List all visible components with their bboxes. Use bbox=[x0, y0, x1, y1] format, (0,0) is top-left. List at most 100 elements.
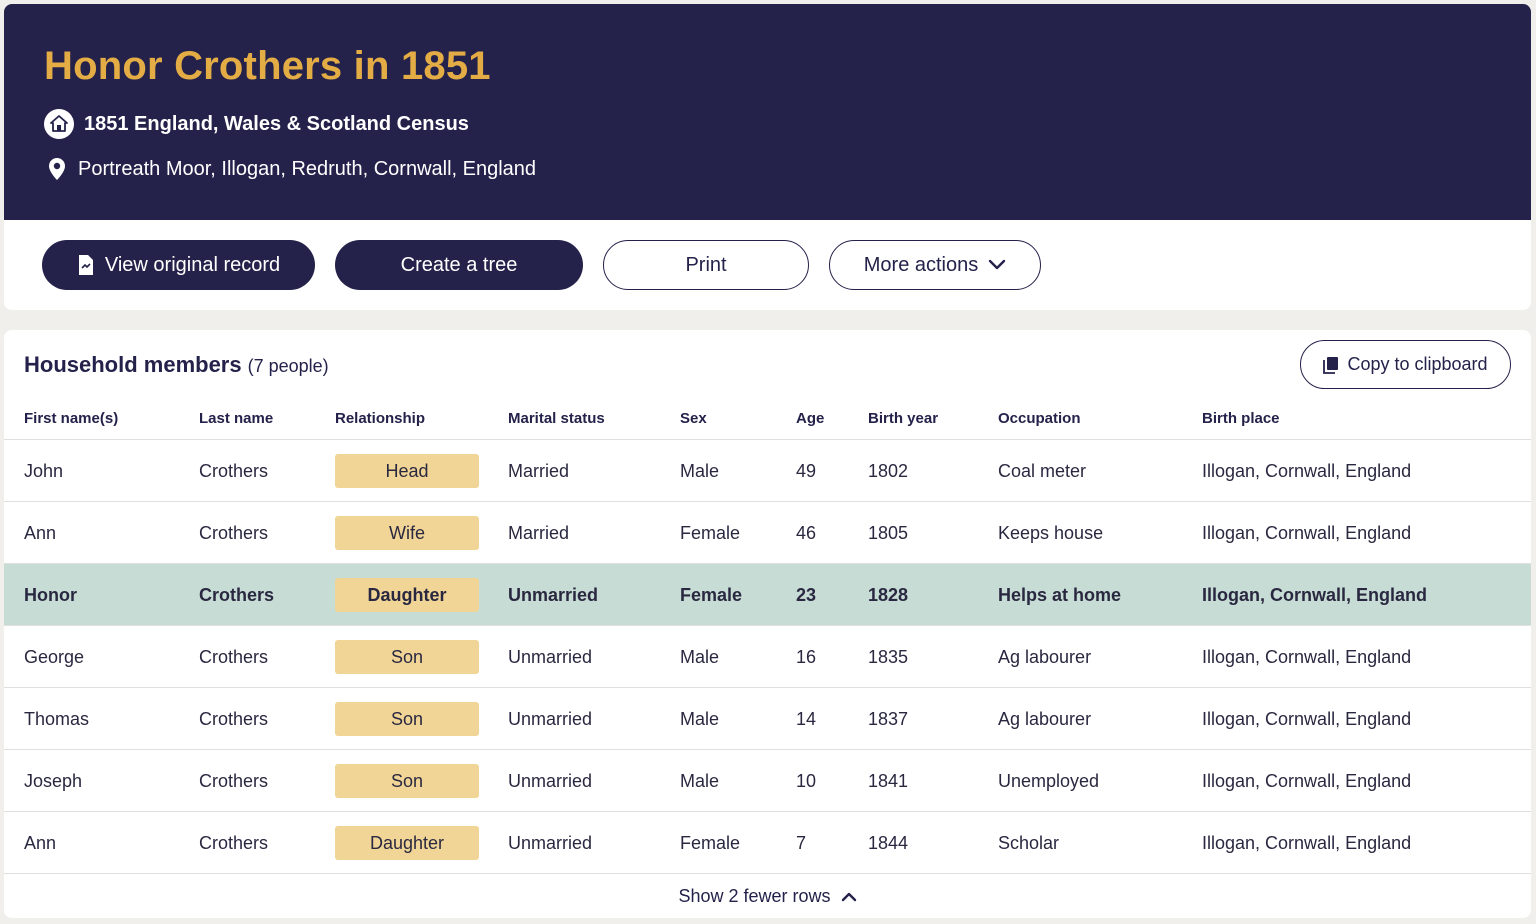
column-header-sex: Sex bbox=[680, 410, 707, 427]
occupation-cell: Unemployed bbox=[998, 770, 1100, 791]
column-header-birth-place: Birth place bbox=[1202, 410, 1280, 427]
view-original-record-button[interactable]: View original record bbox=[42, 240, 315, 290]
table-row: Thomas Crothers Son Unmarried Male 14 1837 Ag l… bbox=[4, 688, 1531, 750]
occupation-cell: Scholar bbox=[998, 832, 1060, 853]
birth-year-cell: 1841 bbox=[868, 770, 909, 791]
relationship-badge: Son bbox=[335, 702, 479, 736]
page-title: Honor Crothers in 1851 bbox=[44, 44, 491, 88]
column-header-relationship: Relationship bbox=[335, 410, 426, 427]
last-name-cell: Crothers bbox=[199, 770, 269, 791]
relationship-badge: Daughter bbox=[335, 578, 479, 612]
last-name-cell: Crothers bbox=[199, 460, 269, 481]
birth-year-cell: 1802 bbox=[868, 460, 909, 481]
sex-cell: Female bbox=[680, 832, 741, 853]
occupation-cell: Coal meter bbox=[998, 460, 1087, 481]
chevron-down-icon bbox=[989, 259, 1006, 270]
table-header: First name(s) Last name Relationship Marita… bbox=[4, 400, 1531, 440]
table-row: Ann Crothers Daughter Unmarried Female 7 1844 S… bbox=[4, 812, 1531, 874]
marital-status-cell: Unmarried bbox=[508, 832, 593, 853]
sex-cell: Female bbox=[680, 522, 741, 543]
marital-status-cell: Married bbox=[508, 460, 570, 481]
birth-year-cell: 1837 bbox=[868, 708, 909, 729]
more-actions-label: More actions bbox=[863, 253, 979, 276]
record-header: Honor Crothers in 1851 1851 England, Wal… bbox=[4, 4, 1531, 220]
column-header-occupation: Occupation bbox=[998, 410, 1081, 427]
sex-cell: Female bbox=[680, 584, 743, 605]
more-actions-button[interactable]: More actions bbox=[829, 240, 1041, 290]
sex-cell: Male bbox=[680, 646, 720, 667]
census-row: 1851 England, Wales & Scotland Census bbox=[44, 109, 469, 139]
location-row: Portreath Moor, Illogan, Redruth, Cornwa… bbox=[48, 157, 536, 181]
age-cell: 46 bbox=[796, 522, 817, 543]
show-fewer-rows-label: Show 2 fewer rows bbox=[678, 886, 831, 906]
column-header-birth-year: Birth year bbox=[868, 410, 939, 427]
birth-year-cell: 1828 bbox=[868, 584, 909, 605]
relationship-badge: Head bbox=[335, 454, 479, 488]
age-cell: 23 bbox=[796, 584, 817, 605]
relationship-badge: Son bbox=[335, 640, 479, 674]
age-cell: 7 bbox=[796, 832, 807, 853]
age-cell: 10 bbox=[796, 770, 817, 791]
age-cell: 14 bbox=[796, 708, 817, 729]
relationship-badge: Wife bbox=[335, 516, 479, 550]
occupation-cell: Ag labourer bbox=[998, 646, 1092, 667]
copy-to-clipboard-button[interactable]: Copy to clipboard bbox=[1300, 340, 1511, 389]
birth-place-cell: Illogan, Cornwall, England bbox=[1202, 584, 1428, 605]
column-header-first-name: First name(s) bbox=[24, 410, 119, 427]
view-original-record-label: View original record bbox=[104, 253, 281, 276]
marital-status-cell: Unmarried bbox=[508, 770, 593, 791]
birth-place-cell: Illogan, Cornwall, England bbox=[1202, 832, 1412, 853]
household-count: (7 people) bbox=[247, 356, 329, 376]
relationship-badge: Daughter bbox=[335, 826, 479, 860]
map-pin-icon bbox=[48, 157, 66, 181]
relationship-badge: Son bbox=[335, 764, 479, 798]
age-cell: 49 bbox=[796, 460, 817, 481]
birth-place-cell: Illogan, Cornwall, England bbox=[1202, 522, 1412, 543]
marital-status-cell: Married bbox=[508, 522, 570, 543]
table-row: George Crothers Son Unmarried Male 16 1835 Ag l… bbox=[4, 626, 1531, 688]
last-name-cell: Crothers bbox=[199, 708, 269, 729]
birth-place-cell: Illogan, Cornwall, England bbox=[1202, 460, 1412, 481]
table-row: Ann Crothers Wife Married Female 46 1805 Keeps … bbox=[4, 502, 1531, 564]
last-name-cell: Crothers bbox=[199, 584, 275, 605]
first-name-cell: George bbox=[24, 646, 85, 667]
occupation-cell: Keeps house bbox=[998, 522, 1104, 543]
marital-status-cell: Unmarried bbox=[508, 646, 593, 667]
birth-year-cell: 1805 bbox=[868, 522, 909, 543]
first-name-cell: Joseph bbox=[24, 770, 83, 791]
table-row: Joseph Crothers Son Unmarried Male 10 1841 Unem… bbox=[4, 750, 1531, 812]
occupation-cell: Ag labourer bbox=[998, 708, 1092, 729]
last-name-cell: Crothers bbox=[199, 522, 269, 543]
chevron-up-icon bbox=[841, 892, 856, 901]
create-tree-button[interactable]: Create a tree bbox=[335, 240, 583, 290]
sex-cell: Male bbox=[680, 460, 720, 481]
house-icon bbox=[44, 109, 74, 139]
household-title: Household members bbox=[24, 352, 242, 377]
document-icon bbox=[78, 255, 93, 275]
create-tree-label: Create a tree bbox=[400, 253, 518, 276]
print-button[interactable]: Print bbox=[603, 240, 809, 290]
table-row: John Crothers Head Married Male 49 1802 Coal me… bbox=[4, 440, 1531, 502]
birth-place-cell: Illogan, Cornwall, England bbox=[1202, 708, 1412, 729]
column-header-last-name: Last name bbox=[199, 410, 274, 427]
occupation-cell: Helps at home bbox=[998, 584, 1122, 605]
clipboard-icon bbox=[1323, 356, 1339, 374]
location-text: Portreath Moor, Illogan, Redruth, Cornwa… bbox=[78, 157, 537, 180]
household-panel: Household members (7 people) Copy to cli… bbox=[4, 330, 1531, 918]
last-name-cell: Crothers bbox=[199, 646, 269, 667]
first-name-cell: Ann bbox=[24, 832, 57, 853]
birth-year-cell: 1835 bbox=[868, 646, 909, 667]
birth-year-cell: 1844 bbox=[868, 832, 909, 853]
census-name: 1851 England, Wales & Scotland Census bbox=[84, 112, 469, 135]
copy-to-clipboard-label: Copy to clipboard bbox=[1347, 354, 1488, 374]
birth-place-cell: Illogan, Cornwall, England bbox=[1202, 646, 1412, 667]
first-name-cell: Honor bbox=[24, 584, 77, 605]
action-bar: View original record Create a tree Print… bbox=[4, 220, 1531, 310]
marital-status-cell: Unmarried bbox=[508, 584, 599, 605]
column-header-age: Age bbox=[796, 410, 825, 427]
show-fewer-rows-button[interactable]: Show 2 fewer rows bbox=[4, 875, 1531, 918]
household-heading: Household members (7 people) bbox=[24, 352, 329, 378]
birth-place-cell: Illogan, Cornwall, England bbox=[1202, 770, 1412, 791]
sex-cell: Male bbox=[680, 708, 720, 729]
marital-status-cell: Unmarried bbox=[508, 708, 593, 729]
